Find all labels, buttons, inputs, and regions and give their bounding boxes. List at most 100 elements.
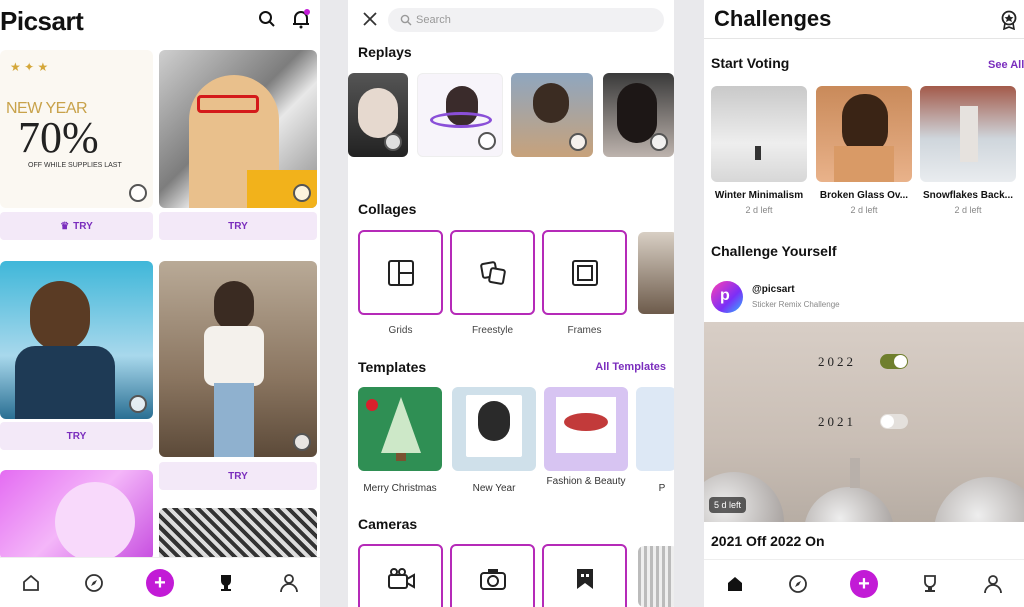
replay-icon: [129, 184, 147, 202]
challenge-name: Broken Glass Ov...: [819, 190, 909, 201]
white-shirt: [204, 326, 264, 386]
frame-icon: [571, 259, 598, 286]
frames-tool[interactable]: [542, 230, 627, 315]
template-partial[interactable]: [636, 387, 674, 471]
promo-subtext: OFF WHILE SUPPLIES LAST: [28, 162, 122, 169]
see-all-link[interactable]: See All: [988, 59, 1024, 71]
replay-icon: [293, 433, 311, 451]
jeans: [214, 383, 254, 457]
notification-bell-icon[interactable]: [291, 9, 311, 29]
ornament: [934, 477, 1024, 522]
collage-thumb[interactable]: [638, 232, 674, 314]
grids-label: Grids: [388, 325, 413, 336]
grids-tool[interactable]: [358, 230, 443, 315]
video-camera-icon: [387, 568, 415, 589]
template-new-year[interactable]: [452, 387, 536, 471]
portrait-coat: [15, 346, 115, 419]
replay-icon: [129, 395, 147, 413]
create-button[interactable]: +: [145, 568, 174, 597]
frames-label: Frames: [567, 325, 602, 336]
year-label: 2021: [818, 414, 856, 429]
home-icon[interactable]: [21, 573, 41, 593]
search-icon[interactable]: [258, 10, 276, 28]
replay-icon: [478, 132, 496, 150]
template-label: New Year: [472, 483, 516, 494]
award-badge-icon[interactable]: [1000, 10, 1018, 30]
replay-thumb[interactable]: [603, 73, 674, 157]
avatar[interactable]: p: [711, 281, 743, 313]
challenge-subtitle: Sticker Remix Challenge: [752, 300, 840, 309]
feed-image-woman[interactable]: [159, 261, 317, 457]
replay-thumb[interactable]: [417, 73, 503, 157]
challenge-card-title: 2021 Off 2022 On: [711, 533, 825, 549]
sticker-camera-tool[interactable]: [542, 544, 627, 607]
feed-image-pattern[interactable]: [159, 508, 317, 563]
replay-icon: [384, 133, 402, 151]
challenge-yourself-title: Challenge Yourself: [711, 243, 837, 259]
replay-thumb[interactable]: [511, 73, 593, 157]
sunglasses-shape: [197, 95, 259, 113]
replay-icon: [650, 133, 668, 151]
template-fashion-beauty[interactable]: [544, 387, 628, 471]
grid-layout-icon: [387, 259, 414, 286]
replays-title: Replays: [358, 44, 412, 60]
template-label: Fashion & Beauty: [546, 476, 626, 487]
freestyle-icon: [479, 260, 506, 285]
challenge-hero-image[interactable]: 2022 2021 5 d left: [704, 322, 1024, 522]
home-icon[interactable]: [725, 574, 745, 594]
feed-image-sunglasses[interactable]: [159, 50, 317, 208]
video-camera-tool[interactable]: [358, 544, 443, 607]
username[interactable]: @picsart: [752, 284, 795, 295]
profile-icon[interactable]: [279, 573, 299, 593]
create-button[interactable]: +: [849, 569, 878, 598]
try-button[interactable]: TRY: [159, 212, 317, 240]
search-input[interactable]: Search: [388, 8, 664, 32]
templates-title: Templates: [358, 359, 427, 375]
promo-tile[interactable]: NEW YEAR 70% OFF WHILE SUPPLIES LAST ★ ✦…: [0, 50, 153, 208]
all-templates-link[interactable]: All Templates: [595, 361, 666, 373]
template-label: P: [658, 483, 666, 494]
challenge-time-left: 2 d left: [850, 205, 878, 215]
freestyle-label: Freestyle: [471, 325, 514, 336]
stars-decoration: ★ ✦ ★: [10, 60, 49, 74]
explore-screen: Search Replays Collages Grids Freestyle …: [348, 0, 674, 607]
feed-image-moon[interactable]: [0, 470, 153, 560]
replay-thumb[interactable]: [348, 73, 408, 157]
toggle-on: [880, 354, 908, 369]
challenge-thumb-winter[interactable]: [711, 86, 807, 182]
bottom-nav: +: [0, 557, 320, 607]
freestyle-tool[interactable]: [450, 230, 535, 315]
compass-icon[interactable]: [788, 574, 808, 594]
template-merry-christmas[interactable]: [358, 387, 442, 471]
challenge-name: Snowflakes Back...: [922, 190, 1014, 201]
photo-camera-tool[interactable]: [450, 544, 535, 607]
days-left-badge: 5 d left: [709, 497, 747, 513]
trophy-icon[interactable]: [920, 574, 940, 594]
profile-icon[interactable]: [983, 574, 1003, 594]
replay-icon: [569, 133, 587, 151]
close-icon[interactable]: [362, 11, 378, 27]
compass-icon[interactable]: [84, 573, 104, 593]
feed-image-man[interactable]: [0, 261, 153, 419]
bottom-nav: +: [704, 559, 1024, 607]
page-title: Challenges: [714, 6, 832, 31]
moon-shape: [55, 482, 135, 560]
challenge-name: Winter Minimalism: [714, 190, 804, 201]
promo-discount: 70%: [18, 113, 99, 162]
try-button[interactable]: ♛ TRY: [0, 212, 153, 240]
challenge-thumb-snowflakes[interactable]: [920, 86, 1016, 182]
try-button[interactable]: TRY: [0, 422, 153, 450]
camera-thumb[interactable]: [638, 546, 674, 607]
challenge-thumb-glass[interactable]: [816, 86, 912, 182]
year-label: 2022: [818, 354, 856, 369]
crown-icon: ♛: [60, 220, 70, 232]
trophy-icon[interactable]: [216, 573, 236, 593]
try-button[interactable]: TRY: [159, 462, 317, 490]
picsart-logo-icon: p: [720, 287, 730, 304]
challenge-time-left: 2 d left: [745, 205, 773, 215]
replay-icon: [293, 184, 311, 202]
toggle-off: [880, 414, 908, 429]
feed-screen: Picsart NEW YEAR 70% OFF WHILE SUPPLIES …: [0, 0, 320, 607]
christmas-tree-icon: [381, 397, 421, 461]
portrait-figure: [214, 281, 254, 331]
